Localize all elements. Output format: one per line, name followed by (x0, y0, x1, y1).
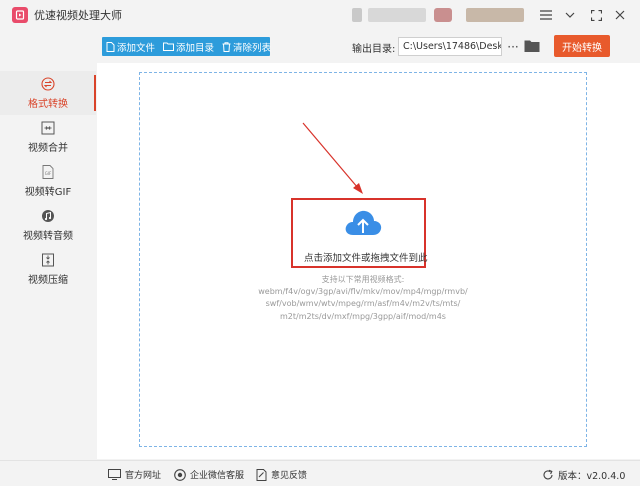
clear-list-label: 清除列表 (233, 42, 272, 54)
feedback-link[interactable]: 意见反馈 (256, 468, 307, 481)
add-file-label: 添加文件 (117, 42, 156, 54)
close-icon[interactable] (610, 5, 630, 25)
wechat-support-link[interactable]: 企业微信客服 (174, 468, 244, 481)
left-sidebar: 格式转换 视频合并 GIF 视频转GIF 视频转音频 视频压缩 (0, 63, 96, 459)
headset-icon (174, 468, 186, 481)
official-website-link[interactable]: 官方网址 (108, 468, 161, 481)
sidebar-item-audio[interactable]: 视频转音频 (0, 203, 96, 247)
hamburger-icon[interactable] (536, 5, 556, 25)
add-file-button[interactable]: 添加文件 (102, 37, 159, 56)
blurred-account-info (466, 8, 524, 22)
cloud-upload-icon[interactable] (343, 208, 383, 238)
formats-line: swf/vob/wmv/wtv/mpeg/rm/asf/m4v/m2v/ts/m… (265, 299, 461, 309)
footer-bar: 官方网址 企业微信客服 意见反馈 版本：v2.0.4.0 (0, 460, 640, 486)
file-icon (106, 41, 115, 52)
sidebar-item-merge[interactable]: 视频合并 (0, 115, 96, 159)
blurred-account-info (368, 8, 426, 22)
sidebar-item-compress[interactable]: 视频压缩 (0, 247, 96, 291)
svg-text:GIF: GIF (45, 171, 52, 176)
wechat-support-label: 企业微信客服 (190, 471, 245, 481)
more-options-button[interactable]: ··· (506, 37, 520, 56)
format-convert-icon (41, 76, 55, 91)
app-logo-icon (12, 7, 28, 23)
official-website-label: 官方网址 (125, 471, 162, 481)
maximize-icon[interactable] (586, 5, 606, 25)
file-toolbar: 添加文件 添加目录 清除列表 (102, 37, 271, 56)
refresh-icon (543, 469, 553, 480)
sidebar-item-label: 视频转GIF (24, 186, 72, 198)
blurred-avatar (434, 8, 452, 22)
sidebar-item-label: 视频压缩 (28, 274, 68, 286)
merge-icon (41, 121, 55, 135)
gif-icon: GIF (41, 164, 55, 179)
open-folder-icon[interactable] (524, 38, 540, 54)
version-info[interactable]: 版本：v2.0.4.0 (542, 468, 625, 482)
sidebar-item-gif[interactable]: GIF 视频转GIF (0, 159, 96, 203)
formats-title: 支持以下常用视频格式: (321, 275, 405, 284)
output-directory-field[interactable]: C:\Users\17486\Deskto (398, 37, 502, 56)
app-title: 优速视频处理大师 (34, 9, 122, 22)
monitor-icon (108, 469, 121, 480)
add-directory-button[interactable]: 添加目录 (159, 37, 218, 56)
feedback-label: 意见反馈 (271, 471, 308, 481)
drop-prompt: 点击添加文件或拖拽文件到此 (304, 253, 428, 264)
sidebar-item-label: 格式转换 (28, 98, 68, 110)
output-directory-label: 输出目录: (352, 44, 396, 55)
sidebar-item-format-convert[interactable]: 格式转换 (0, 71, 96, 115)
version-label: 版本：v2.0.4.0 (558, 471, 626, 482)
start-convert-button[interactable]: 开始转换 (554, 35, 610, 57)
formats-line: webm/f4v/ogv/3gp/avi/flv/mkv/mov/mp4/mgp… (258, 287, 468, 297)
audio-icon (41, 209, 55, 223)
trash-icon (222, 41, 231, 52)
compress-icon (41, 253, 55, 267)
add-directory-label: 添加目录 (176, 42, 215, 54)
sidebar-item-label: 视频合并 (28, 142, 68, 154)
chevron-down-icon[interactable] (560, 5, 580, 25)
supported-formats: 支持以下常用视频格式: webm/f4v/ogv/3gp/avi/flv/mkv… (258, 274, 468, 323)
formats-line: m2t/m2ts/dv/mxf/mpg/3gpp/aif/mod/m4s (280, 311, 446, 321)
folder-icon (163, 42, 175, 51)
feedback-icon (256, 468, 267, 481)
clear-list-button[interactable]: 清除列表 (218, 37, 275, 56)
blurred-account-info (352, 8, 362, 22)
sidebar-item-label: 视频转音频 (23, 230, 73, 242)
